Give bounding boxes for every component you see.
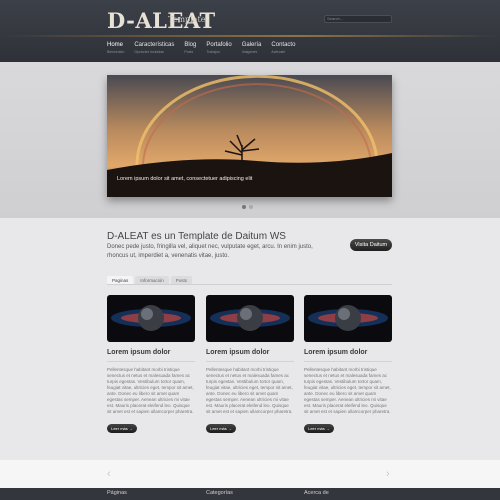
logo-subtitle: Template: [168, 15, 206, 24]
card-divider: [304, 361, 392, 362]
site-footer: [0, 488, 500, 500]
prev-arrow-icon[interactable]: ‹: [107, 468, 111, 480]
card-divider: [107, 361, 195, 362]
card-image[interactable]: [304, 295, 392, 342]
slide-caption: Lorem ipsum dolor sit amet, consectetuer…: [117, 176, 253, 182]
card-title: Lorem ipsum dolor: [107, 349, 171, 356]
visit-daitum-button[interactable]: Visita Daitum: [350, 239, 392, 251]
nav-item-home[interactable]: Home Bienvenido: [107, 42, 124, 54]
slider-pagination: [242, 205, 253, 209]
slider-dot[interactable]: [249, 205, 253, 209]
hero-slide[interactable]: Lorem ipsum dolor sit amet, consectetuer…: [107, 75, 392, 197]
nav-sublabel: Trabajos: [206, 50, 220, 54]
card-title: Lorem ipsum dolor: [304, 349, 368, 356]
nav-item-portafolio[interactable]: Portafolio Trabajos: [206, 42, 231, 54]
intro-text: Donec pede justo, fringilla vel, aliquet…: [107, 244, 313, 259]
nav-sublabel: Bienvenido: [107, 50, 125, 54]
read-more-button[interactable]: Leer más →: [107, 424, 137, 433]
card-text: Pellentesque habitant morbi tristique se…: [304, 367, 391, 414]
nav-label: Home: [107, 42, 124, 48]
footer-heading-acerca: Acerca de: [304, 490, 329, 496]
card-title: Lorem ipsum dolor: [206, 349, 270, 356]
nav-item-blog[interactable]: Blog Posts: [184, 42, 196, 54]
card-text: Pellentesque habitant morbi tristique se…: [107, 367, 194, 414]
main-nav: Home Bienvenido Características Opciones…: [107, 42, 305, 54]
nav-label: Contacto: [271, 42, 296, 48]
nav-label: Blog: [184, 42, 197, 48]
nav-sublabel: Opciones Incluidas: [134, 50, 164, 54]
card-text: Pellentesque habitant morbi tristique se…: [206, 367, 293, 414]
tabs-divider: [107, 284, 392, 285]
nav-item-contacto[interactable]: Contacto Acércate: [271, 42, 295, 54]
card-image[interactable]: [107, 295, 195, 342]
carousel-strip: [0, 460, 500, 488]
nav-sublabel: Posts: [184, 50, 194, 54]
read-more-button[interactable]: Leer más →: [304, 424, 334, 433]
nav-sublabel: Acércate: [271, 50, 286, 54]
footer-heading-paginas: Páginas: [107, 490, 127, 496]
footer-heading-categorias: Categorías: [206, 490, 233, 496]
site-header: D-ALEAT Template Search... Home Bienveni…: [0, 0, 500, 62]
nav-label: Características: [134, 42, 175, 48]
nav-label: Portafolio: [206, 42, 232, 48]
nav-item-galeria[interactable]: Galería Imágenes: [242, 42, 262, 54]
nav-label: Galería: [241, 42, 262, 48]
slider-dot[interactable]: [242, 205, 246, 209]
nav-item-caracteristicas[interactable]: Características Opciones Incluidas: [134, 42, 174, 54]
feature-card: Lorem ipsum dolor Pellentesque habitant …: [304, 295, 392, 433]
feature-card: Lorem ipsum dolor Pellentesque habitant …: [206, 295, 294, 433]
intro-title: D-ALEAT es un Template de Daitum WS: [107, 231, 286, 242]
search-input[interactable]: Search...: [324, 15, 392, 23]
card-image[interactable]: [206, 295, 294, 342]
read-more-button[interactable]: Leer más →: [206, 424, 236, 433]
card-divider: [206, 361, 294, 362]
next-arrow-icon[interactable]: ›: [386, 468, 390, 480]
feature-card: Lorem ipsum dolor Pellentesque habitant …: [107, 295, 195, 433]
nav-sublabel: Imágenes: [241, 50, 258, 54]
